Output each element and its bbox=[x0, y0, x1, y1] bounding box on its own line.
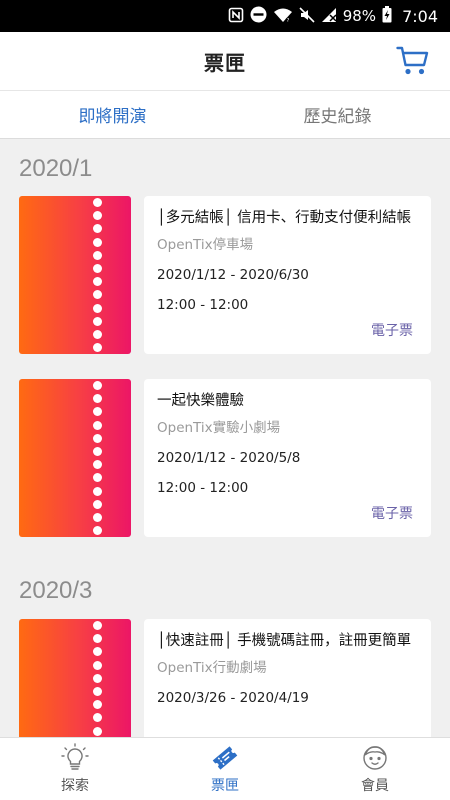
ticket-item[interactable]: 一起快樂體驗 OpenTix實驗小劇場 2020/1/12 - 2020/5/8… bbox=[19, 379, 431, 537]
nfc-icon bbox=[228, 7, 244, 26]
ticket-card[interactable]: 一起快樂體驗 OpenTix實驗小劇場 2020/1/12 - 2020/5/8… bbox=[144, 379, 431, 537]
ticket-item[interactable]: │快速註冊│ 手機號碼註冊，註冊更簡單 OpenTix行動劇場 2020/3/2… bbox=[19, 619, 431, 737]
clock: 7:04 bbox=[402, 6, 438, 26]
perforation-dots bbox=[93, 381, 103, 536]
ticket-venue: OpenTix實驗小劇場 bbox=[157, 420, 281, 436]
ticket-card[interactable]: │快速註冊│ 手機號碼註冊，註冊更簡單 OpenTix行動劇場 2020/3/2… bbox=[144, 619, 431, 737]
ticket-time: 12:00 - 12:00 bbox=[157, 480, 249, 496]
perforation-dots bbox=[93, 198, 103, 353]
member-face-icon bbox=[363, 746, 387, 770]
ticket-stub-image bbox=[19, 619, 131, 737]
ticket-date: 2020/1/12 - 2020/6/30 bbox=[157, 267, 309, 283]
ticket-time: 12:00 - 12:00 bbox=[157, 297, 249, 313]
nav-member[interactable]: 會員 bbox=[300, 738, 450, 800]
perforation-dots bbox=[93, 621, 103, 737]
nav-tickets[interactable]: 票匣 bbox=[150, 738, 300, 800]
battery-charging-icon bbox=[382, 6, 392, 26]
ticket-venue: OpenTix行動劇場 bbox=[157, 660, 267, 676]
ticket-stub-image bbox=[19, 379, 131, 537]
battery-percent: 98% bbox=[342, 6, 377, 25]
status-bar: ? 98% 7:04 bbox=[0, 0, 450, 32]
wifi-icon: ? bbox=[273, 7, 293, 26]
tab-history[interactable]: 歷史紀錄 bbox=[225, 91, 450, 138]
nav-tickets-label: 票匣 bbox=[211, 778, 239, 794]
svg-text:?: ? bbox=[286, 17, 289, 22]
month-heading: 2020/3 bbox=[19, 577, 93, 604]
lightbulb-icon bbox=[61, 743, 89, 770]
ticket-date: 2020/3/26 - 2020/4/19 bbox=[157, 690, 309, 706]
tab-bar: 即將開演 歷史紀錄 bbox=[0, 90, 450, 139]
ticket-title: │多元結帳│ 信用卡、行動支付便利結帳 bbox=[157, 210, 412, 226]
tab-upcoming[interactable]: 即將開演 bbox=[0, 91, 225, 138]
ticket-list[interactable]: 2020/1 │多元結帳│ 信用卡、行動支付便利結帳 OpenTix停車場 20… bbox=[0, 139, 450, 737]
ticket-title: 一起快樂體驗 bbox=[157, 393, 244, 409]
signal-icon bbox=[321, 7, 337, 26]
ticket-venue: OpenTix停車場 bbox=[157, 237, 254, 253]
ticket-card[interactable]: │多元結帳│ 信用卡、行動支付便利結帳 OpenTix停車場 2020/1/12… bbox=[144, 196, 431, 354]
bottom-nav: 探索 票匣 會員 bbox=[0, 737, 450, 800]
ticket-icon bbox=[212, 746, 238, 770]
month-heading: 2020/1 bbox=[19, 155, 93, 182]
cart-button[interactable] bbox=[396, 45, 430, 77]
ticket-type-badge: 電子票 bbox=[371, 323, 413, 339]
nav-member-label: 會員 bbox=[361, 778, 389, 794]
app-header: 票匣 bbox=[0, 32, 450, 90]
ticket-date: 2020/1/12 - 2020/5/8 bbox=[157, 450, 301, 466]
nav-explore[interactable]: 探索 bbox=[0, 738, 150, 800]
ticket-item[interactable]: │多元結帳│ 信用卡、行動支付便利結帳 OpenTix停車場 2020/1/12… bbox=[19, 196, 431, 354]
ticket-type-badge: 電子票 bbox=[371, 506, 413, 522]
do-not-disturb-icon bbox=[250, 6, 267, 26]
nav-explore-label: 探索 bbox=[61, 778, 89, 794]
page-title: 票匣 bbox=[204, 50, 246, 75]
ticket-title: │快速註冊│ 手機號碼註冊，註冊更簡單 bbox=[157, 633, 412, 649]
ticket-stub-image bbox=[19, 196, 131, 354]
mute-icon bbox=[299, 6, 315, 26]
cart-icon bbox=[396, 46, 429, 75]
